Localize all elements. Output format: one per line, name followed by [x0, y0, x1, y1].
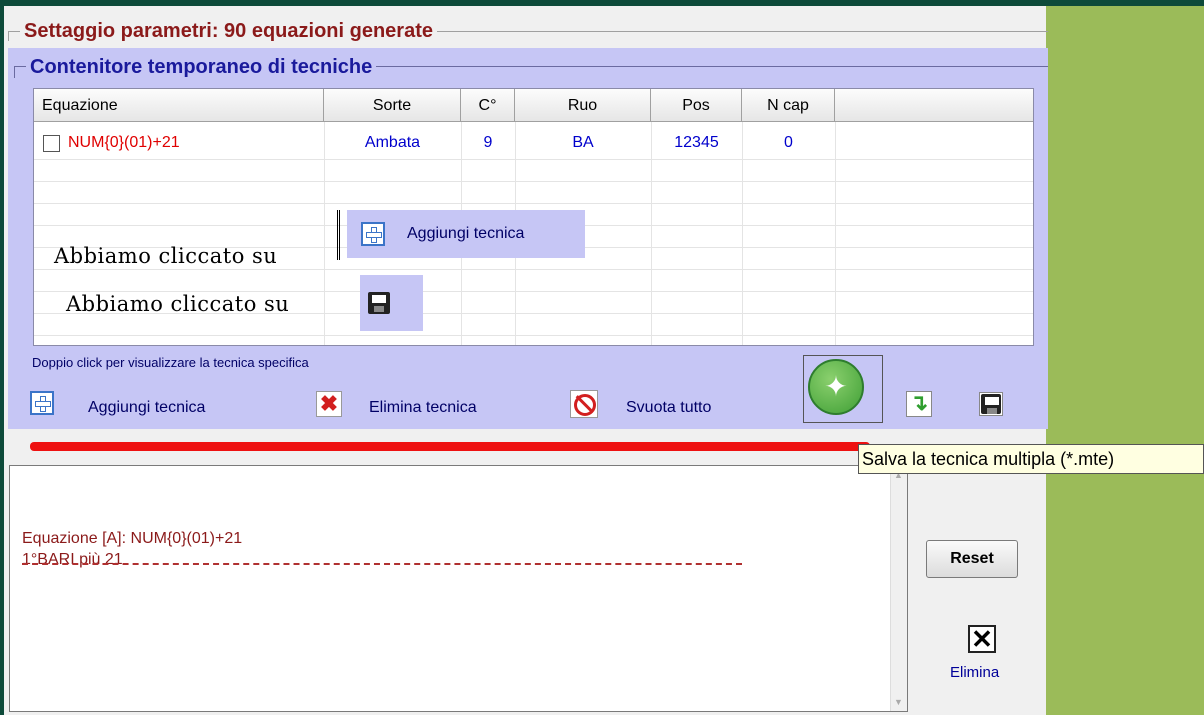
row-pos[interactable]: 12345	[651, 133, 742, 153]
row-ncap[interactable]: 0	[742, 133, 835, 153]
grid-row-line	[34, 181, 1033, 182]
grid-col-line	[835, 122, 836, 345]
container-title: Contenitore temporaneo di tecniche	[26, 54, 377, 80]
annotation-divider	[337, 210, 340, 260]
output-scrollbar[interactable]	[890, 466, 907, 711]
output-line-1: Equazione [A]: NUM{0}(01)+21	[22, 530, 243, 547]
col-header-sorte[interactable]: Sorte	[324, 89, 461, 122]
annotation-text-1: Abbiamo cliccato su	[54, 244, 278, 268]
row-checkbox[interactable]	[43, 135, 60, 152]
floppy-icon	[981, 394, 1001, 414]
grid-row-line	[34, 269, 1033, 270]
reset-button[interactable]: Reset	[926, 540, 1018, 578]
add-technique-icon[interactable]	[30, 391, 54, 415]
annotation-add-label: Aggiungi tecnica	[407, 225, 525, 242]
elimina-label[interactable]: Elimina	[950, 664, 999, 681]
delete-technique-button[interactable]: Elimina tecnica	[369, 396, 477, 420]
side-green-panel	[1046, 6, 1204, 715]
grid-row-line	[34, 159, 1033, 160]
save-tooltip: Salva la tecnica multipla (*.mte)	[858, 444, 1204, 474]
annotation-save-button	[360, 275, 423, 331]
grid-row-line	[34, 203, 1033, 204]
row-sorte[interactable]: Ambata	[324, 133, 461, 153]
col-header-ruo[interactable]: Ruo	[515, 89, 651, 122]
floppy-icon	[368, 292, 390, 314]
plus-icon	[361, 222, 385, 246]
grid-hint: Doppio click per visualizzare la tecnica…	[32, 355, 309, 370]
row-ruo[interactable]: BA	[515, 133, 651, 153]
grid-col-line	[651, 122, 652, 345]
save-multiple-button[interactable]	[979, 392, 1003, 416]
delete-x-icon[interactable]: ✖	[316, 391, 342, 417]
container-frame-edge	[14, 66, 15, 78]
grid-col-line	[742, 122, 743, 345]
add-technique-button[interactable]: Aggiungi tecnica	[88, 396, 205, 420]
grid-col-line	[324, 122, 325, 345]
arrow-down-icon[interactable]	[906, 390, 932, 417]
output-textarea[interactable]	[9, 465, 908, 712]
annotation-text-2: Abbiamo cliccato su	[66, 292, 290, 316]
settings-frame-edge	[8, 31, 9, 41]
grid-row-line	[34, 335, 1033, 336]
row-equazione[interactable]: NUM{0}(01)+21	[68, 133, 318, 153]
col-header-c[interactable]: C°	[461, 89, 515, 122]
compass-icon[interactable]	[808, 359, 864, 415]
col-header-equazione[interactable]: Equazione	[34, 89, 324, 122]
annotation-add-button: Aggiungi tecnica	[347, 210, 585, 258]
close-icon[interactable]: ✕	[968, 625, 996, 653]
ban-icon[interactable]	[570, 390, 598, 418]
progress-bar	[30, 442, 870, 451]
output-line-2: 1°BARI più 21	[22, 551, 123, 568]
settings-title: Settaggio parametri: 90 equazioni genera…	[20, 18, 437, 44]
col-header-ncap[interactable]: N cap	[742, 89, 835, 122]
output-separator	[22, 563, 742, 565]
row-c[interactable]: 9	[461, 133, 515, 153]
grid-header: Equazione Sorte C° Ruo Pos N cap	[34, 89, 1033, 122]
col-header-pos[interactable]: Pos	[651, 89, 742, 122]
clear-all-button[interactable]: Svuota tutto	[626, 396, 711, 420]
